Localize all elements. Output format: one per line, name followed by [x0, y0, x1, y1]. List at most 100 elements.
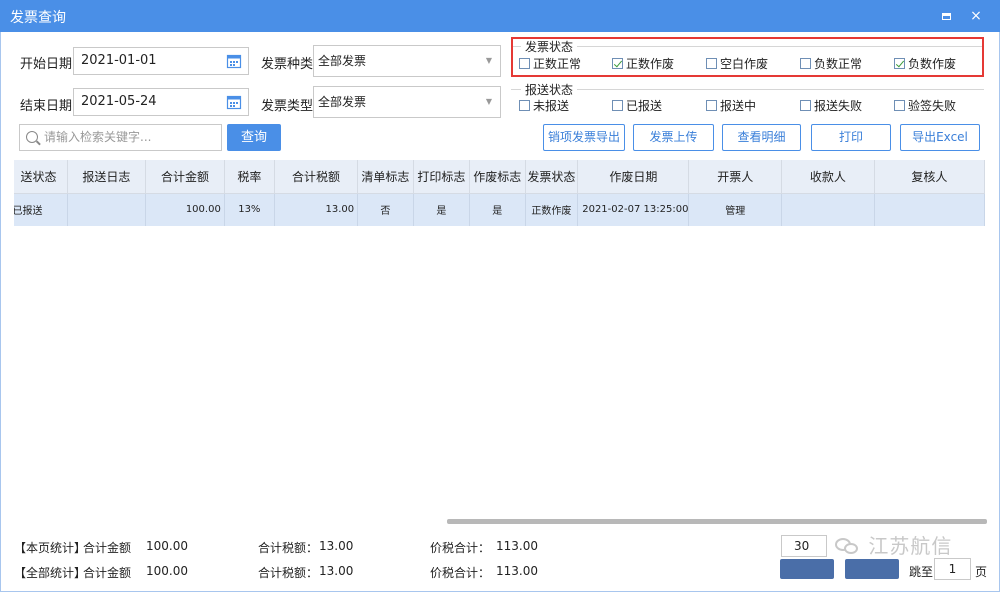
- upload-invoice-button[interactable]: 发票上传: [633, 124, 714, 151]
- column-header[interactable]: 合计税额: [274, 160, 359, 194]
- checkbox-icon: [519, 100, 530, 111]
- all-tax-label: 合计税额：: [258, 566, 319, 580]
- table-cell: 否: [357, 193, 414, 226]
- column-header[interactable]: 复核人: [874, 160, 986, 194]
- page-unit-label: 页: [975, 565, 988, 579]
- table-cell: 是: [469, 193, 526, 226]
- end-date-value: 2021-05-24: [81, 94, 157, 109]
- search-placeholder: 请输入检索关键字...: [44, 130, 152, 144]
- wechat-icon: [835, 536, 861, 556]
- page-total-value: 113.00: [496, 539, 538, 553]
- checkbox-icon: [706, 100, 717, 111]
- all-total-value: 113.00: [496, 564, 538, 578]
- query-button[interactable]: 查询: [227, 124, 281, 151]
- report-sent-checkbox[interactable]: 已报送: [612, 97, 662, 114]
- invoice-kind-label: 发票种类: [261, 57, 314, 72]
- checkbox-icon: [800, 100, 811, 111]
- column-header[interactable]: 作废标志: [469, 160, 526, 194]
- next-page-button[interactable]: [845, 559, 899, 579]
- chevron-down-icon: ▼: [485, 97, 492, 106]
- checkbox-label: 验签失败: [908, 99, 957, 113]
- start-date-label: 开始日期: [20, 57, 73, 72]
- search-field[interactable]: 请输入检索关键字...: [19, 124, 222, 151]
- calendar-icon[interactable]: [226, 94, 242, 110]
- watermark-text: 江苏航信: [868, 534, 953, 558]
- column-header[interactable]: 收款人: [781, 160, 875, 194]
- invoice-kind-select[interactable]: 全部发票 ▼: [313, 45, 501, 77]
- report-status-title: 报送状态: [521, 81, 578, 98]
- all-amount-value: 100.00: [146, 564, 188, 578]
- invoice-type-select[interactable]: 全部发票 ▼: [313, 86, 501, 118]
- window-title: 发票查询: [10, 10, 66, 26]
- end-date-field[interactable]: 2021-05-24: [73, 88, 249, 116]
- report-failed-checkbox[interactable]: 报送失败: [800, 97, 862, 114]
- invoice-kind-value: 全部发票: [318, 54, 367, 68]
- checkbox-label: 报送失败: [814, 99, 863, 113]
- checkbox-label: 已报送: [626, 99, 663, 113]
- report-sending-checkbox[interactable]: 报送中: [706, 97, 756, 114]
- start-date-value: 2021-01-01: [81, 53, 157, 68]
- report-not-sent-checkbox[interactable]: 未报送: [519, 97, 569, 114]
- page-amount-label: 合计金额: [83, 541, 132, 555]
- column-header[interactable]: 发票状态: [525, 160, 579, 194]
- column-header[interactable]: 打印标志: [413, 160, 471, 194]
- export-excel-button[interactable]: 导出Excel: [900, 124, 980, 151]
- minimize-icon: [941, 13, 951, 20]
- table-cell: [874, 193, 986, 226]
- watermark: 江苏航信: [835, 530, 952, 559]
- table-cell: 是: [413, 193, 471, 226]
- table-cell: 已报送: [14, 193, 68, 226]
- table-cell: [781, 193, 875, 226]
- page-tax-label: 合计税额：: [258, 541, 319, 555]
- column-header[interactable]: 开票人: [688, 160, 783, 194]
- chevron-down-icon: ▼: [485, 56, 492, 65]
- goto-label: 跳至: [909, 565, 934, 579]
- invoice-type-label: 发票类型: [261, 99, 314, 114]
- prev-page-button[interactable]: [780, 559, 834, 579]
- column-header[interactable]: 作废日期: [577, 160, 690, 194]
- title-bar: 发票查询 ×: [0, 0, 1000, 32]
- table-cell: 2021-02-07 13:25:00: [577, 193, 690, 226]
- column-header[interactable]: 报送日志: [67, 160, 147, 194]
- report-status-divider: [511, 89, 984, 90]
- goto-page-input[interactable]: 1: [934, 558, 971, 580]
- minimize-button[interactable]: [936, 6, 956, 26]
- column-header[interactable]: 税率: [224, 160, 275, 194]
- page-size-select[interactable]: 30: [781, 535, 827, 557]
- checkbox-icon: [612, 100, 623, 111]
- view-details-button[interactable]: 查看明细: [722, 124, 801, 151]
- table-cell: [67, 193, 147, 226]
- table-cell: 13.00: [274, 193, 359, 226]
- report-sign-failed-checkbox[interactable]: 验签失败: [894, 97, 956, 114]
- invoice-table[interactable]: 送状态 报送日志 合计金额 税率 合计税额 清单标志 打印标志 作废标志 发票状…: [14, 160, 999, 226]
- page-amount-value: 100.00: [146, 539, 188, 553]
- start-date-field[interactable]: 2021-01-01: [73, 47, 249, 75]
- column-header[interactable]: 合计金额: [145, 160, 225, 194]
- invoice-type-value: 全部发票: [318, 95, 367, 109]
- checkbox-label: 报送中: [720, 99, 757, 113]
- highlight-frame: [511, 37, 984, 77]
- search-icon: [26, 131, 38, 143]
- end-date-label: 结束日期: [20, 99, 73, 114]
- print-button[interactable]: 打印: [811, 124, 891, 151]
- table-row[interactable]: 已报送 100.00 13% 13.00 否 是 是 正数作废 2021-02-…: [14, 193, 986, 226]
- page-stats-label: 【本页统计】: [14, 541, 87, 555]
- table-cell: 100.00: [145, 193, 225, 226]
- all-tax-value: 13.00: [319, 564, 354, 578]
- page-tax-value: 13.00: [319, 539, 354, 553]
- all-amount-label: 合计金额: [83, 566, 132, 580]
- table-header-row: 送状态 报送日志 合计金额 税率 合计税额 清单标志 打印标志 作废标志 发票状…: [14, 160, 986, 194]
- all-stats-label: 【全部统计】: [14, 566, 87, 580]
- table-cell: 正数作废: [525, 193, 579, 226]
- checkbox-label: 未报送: [533, 99, 570, 113]
- export-sales-invoice-button[interactable]: 销项发票导出: [543, 124, 625, 151]
- calendar-icon[interactable]: [226, 53, 242, 69]
- column-header[interactable]: 送状态: [14, 160, 68, 194]
- page-total-label: 价税合计：: [430, 541, 491, 555]
- checkbox-icon: [894, 100, 905, 111]
- all-total-label: 价税合计：: [430, 566, 491, 580]
- table-cell: 管理: [688, 193, 783, 226]
- column-header[interactable]: 清单标志: [357, 160, 414, 194]
- close-button[interactable]: ×: [966, 6, 986, 26]
- horizontal-scrollbar[interactable]: [447, 519, 987, 524]
